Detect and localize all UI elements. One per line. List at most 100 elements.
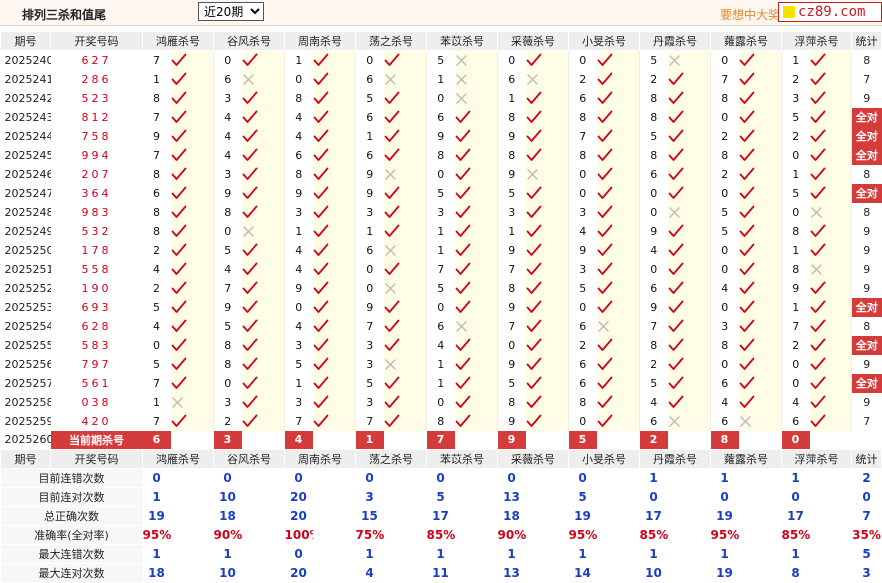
- promo-text[interactable]: 要想中大奖: [720, 6, 780, 23]
- kill-number-cell: 7: [153, 376, 160, 390]
- kill-number-cell: 1: [508, 224, 516, 238]
- stat-cell: 全对: [851, 145, 882, 165]
- kill-number-cell: 9: [508, 300, 516, 314]
- table-row: 2025248 983 8 8 3 3 3 3 3 0 5 0 8: [1, 202, 882, 222]
- kill-wrong-mark: [667, 411, 711, 431]
- check-icon: [597, 376, 612, 389]
- kill-number-cell: 5: [153, 357, 160, 371]
- stat-cell: 9: [863, 262, 871, 276]
- kill-correct-mark: [596, 354, 640, 374]
- summary-value: 1: [436, 547, 445, 561]
- check-icon: [810, 167, 825, 180]
- kill-number-cell: 4: [721, 395, 729, 409]
- header-col-4: 周南杀号: [284, 31, 356, 51]
- check-icon: [739, 395, 754, 408]
- kill-number-cell: 4: [153, 319, 160, 333]
- header-col-2: 鸿雁杀号: [142, 31, 214, 51]
- kill-number-cell: 3: [579, 205, 587, 219]
- summary-value: 90%: [213, 528, 242, 542]
- kill-correct-mark: [312, 411, 356, 431]
- header-repeat-col-9: 丹霞杀号: [639, 449, 711, 469]
- kill-correct-mark: [241, 240, 285, 260]
- kill-number-cell: 5: [437, 53, 445, 67]
- check-icon: [810, 186, 825, 199]
- summary-value: 1: [791, 471, 800, 486]
- kill-correct-mark: [241, 164, 285, 184]
- kill-number-cell: 8: [224, 357, 232, 371]
- summary-blank: [738, 544, 782, 564]
- kill-number-cell: 3: [508, 205, 516, 219]
- kill-number-cell: 7: [224, 281, 232, 295]
- kill-correct-mark: [170, 278, 214, 298]
- check-icon: [739, 243, 754, 256]
- summary-value: 0: [720, 490, 729, 504]
- kill-wrong-mark: [170, 392, 214, 412]
- top-bar: 排列三杀和值尾 近20期 要想中大奖 cz89.com: [0, 0, 882, 26]
- check-icon: [242, 91, 257, 104]
- check-icon: [810, 338, 825, 351]
- kill-number-cell: 0: [295, 72, 303, 86]
- summary-value: 0: [578, 471, 587, 486]
- current-kill-number: 6: [142, 430, 171, 450]
- summary-value: 1: [649, 547, 658, 561]
- kill-correct-mark: [738, 202, 782, 222]
- kill-number-cell: 6: [437, 319, 445, 333]
- site-logo[interactable]: cz89.com: [778, 2, 882, 22]
- kill-number-cell: 0: [224, 53, 232, 67]
- kill-number-cell: 0: [579, 414, 587, 428]
- kill-number-cell: 6: [579, 91, 587, 105]
- check-icon: [171, 300, 186, 313]
- stat-cell: 8: [863, 205, 871, 219]
- period-range-select[interactable]: 近20期: [198, 2, 264, 21]
- summary-blank: [525, 487, 569, 507]
- check-icon: [313, 414, 328, 427]
- check-icon: [171, 91, 186, 104]
- kill-correct-mark: [809, 278, 852, 298]
- cross-icon: [455, 74, 467, 85]
- summary-blank: [383, 468, 427, 488]
- kill-number-cell: 4: [224, 129, 232, 143]
- current-kill-number: 4: [284, 430, 313, 450]
- check-icon: [739, 72, 754, 85]
- stat-cell: 9: [863, 357, 871, 371]
- kill-correct-mark: [170, 164, 214, 184]
- kill-number-cell: 0: [721, 357, 729, 371]
- kill-correct-mark: [312, 50, 356, 70]
- check-icon: [171, 243, 186, 256]
- table-row: 2025258 038 1 3 3 3 0 8 8 4 4 4 9: [1, 392, 882, 412]
- kill-correct-mark: [809, 107, 852, 127]
- check-icon: [597, 129, 612, 142]
- summary-blank: [738, 525, 782, 545]
- check-icon: [597, 357, 612, 370]
- kill-correct-mark: [170, 50, 214, 70]
- summary-blank: [667, 468, 711, 488]
- kill-correct-mark: [809, 88, 852, 108]
- kill-correct-mark: [809, 69, 852, 89]
- check-icon: [171, 72, 186, 85]
- kill-correct-mark: [170, 335, 214, 355]
- kill-number-cell: 0: [721, 300, 729, 314]
- kill-correct-mark: [596, 126, 640, 146]
- header-col-3: 谷风杀号: [213, 31, 285, 51]
- kill-correct-mark: [525, 278, 569, 298]
- check-icon: [171, 357, 186, 370]
- kill-number-cell: 6: [437, 110, 445, 124]
- cross-icon: [455, 321, 467, 332]
- kill-correct-mark: [454, 107, 498, 127]
- check-icon: [810, 148, 825, 161]
- check-icon: [597, 414, 612, 427]
- kill-number-cell: 0: [792, 357, 800, 371]
- check-icon: [810, 91, 825, 104]
- check-icon: [739, 357, 754, 370]
- kill-number-cell: 6: [366, 110, 374, 124]
- check-icon: [384, 319, 399, 332]
- kill-number-cell: 0: [224, 376, 232, 390]
- check-icon: [313, 186, 328, 199]
- check-icon: [171, 53, 186, 67]
- kill-correct-mark: [170, 297, 214, 317]
- draw-number-cell: 758: [81, 129, 112, 143]
- draw-number-cell: 983: [81, 205, 112, 219]
- kill-correct-mark: [312, 202, 356, 222]
- kill-correct-mark: [312, 354, 356, 374]
- check-icon: [242, 53, 257, 67]
